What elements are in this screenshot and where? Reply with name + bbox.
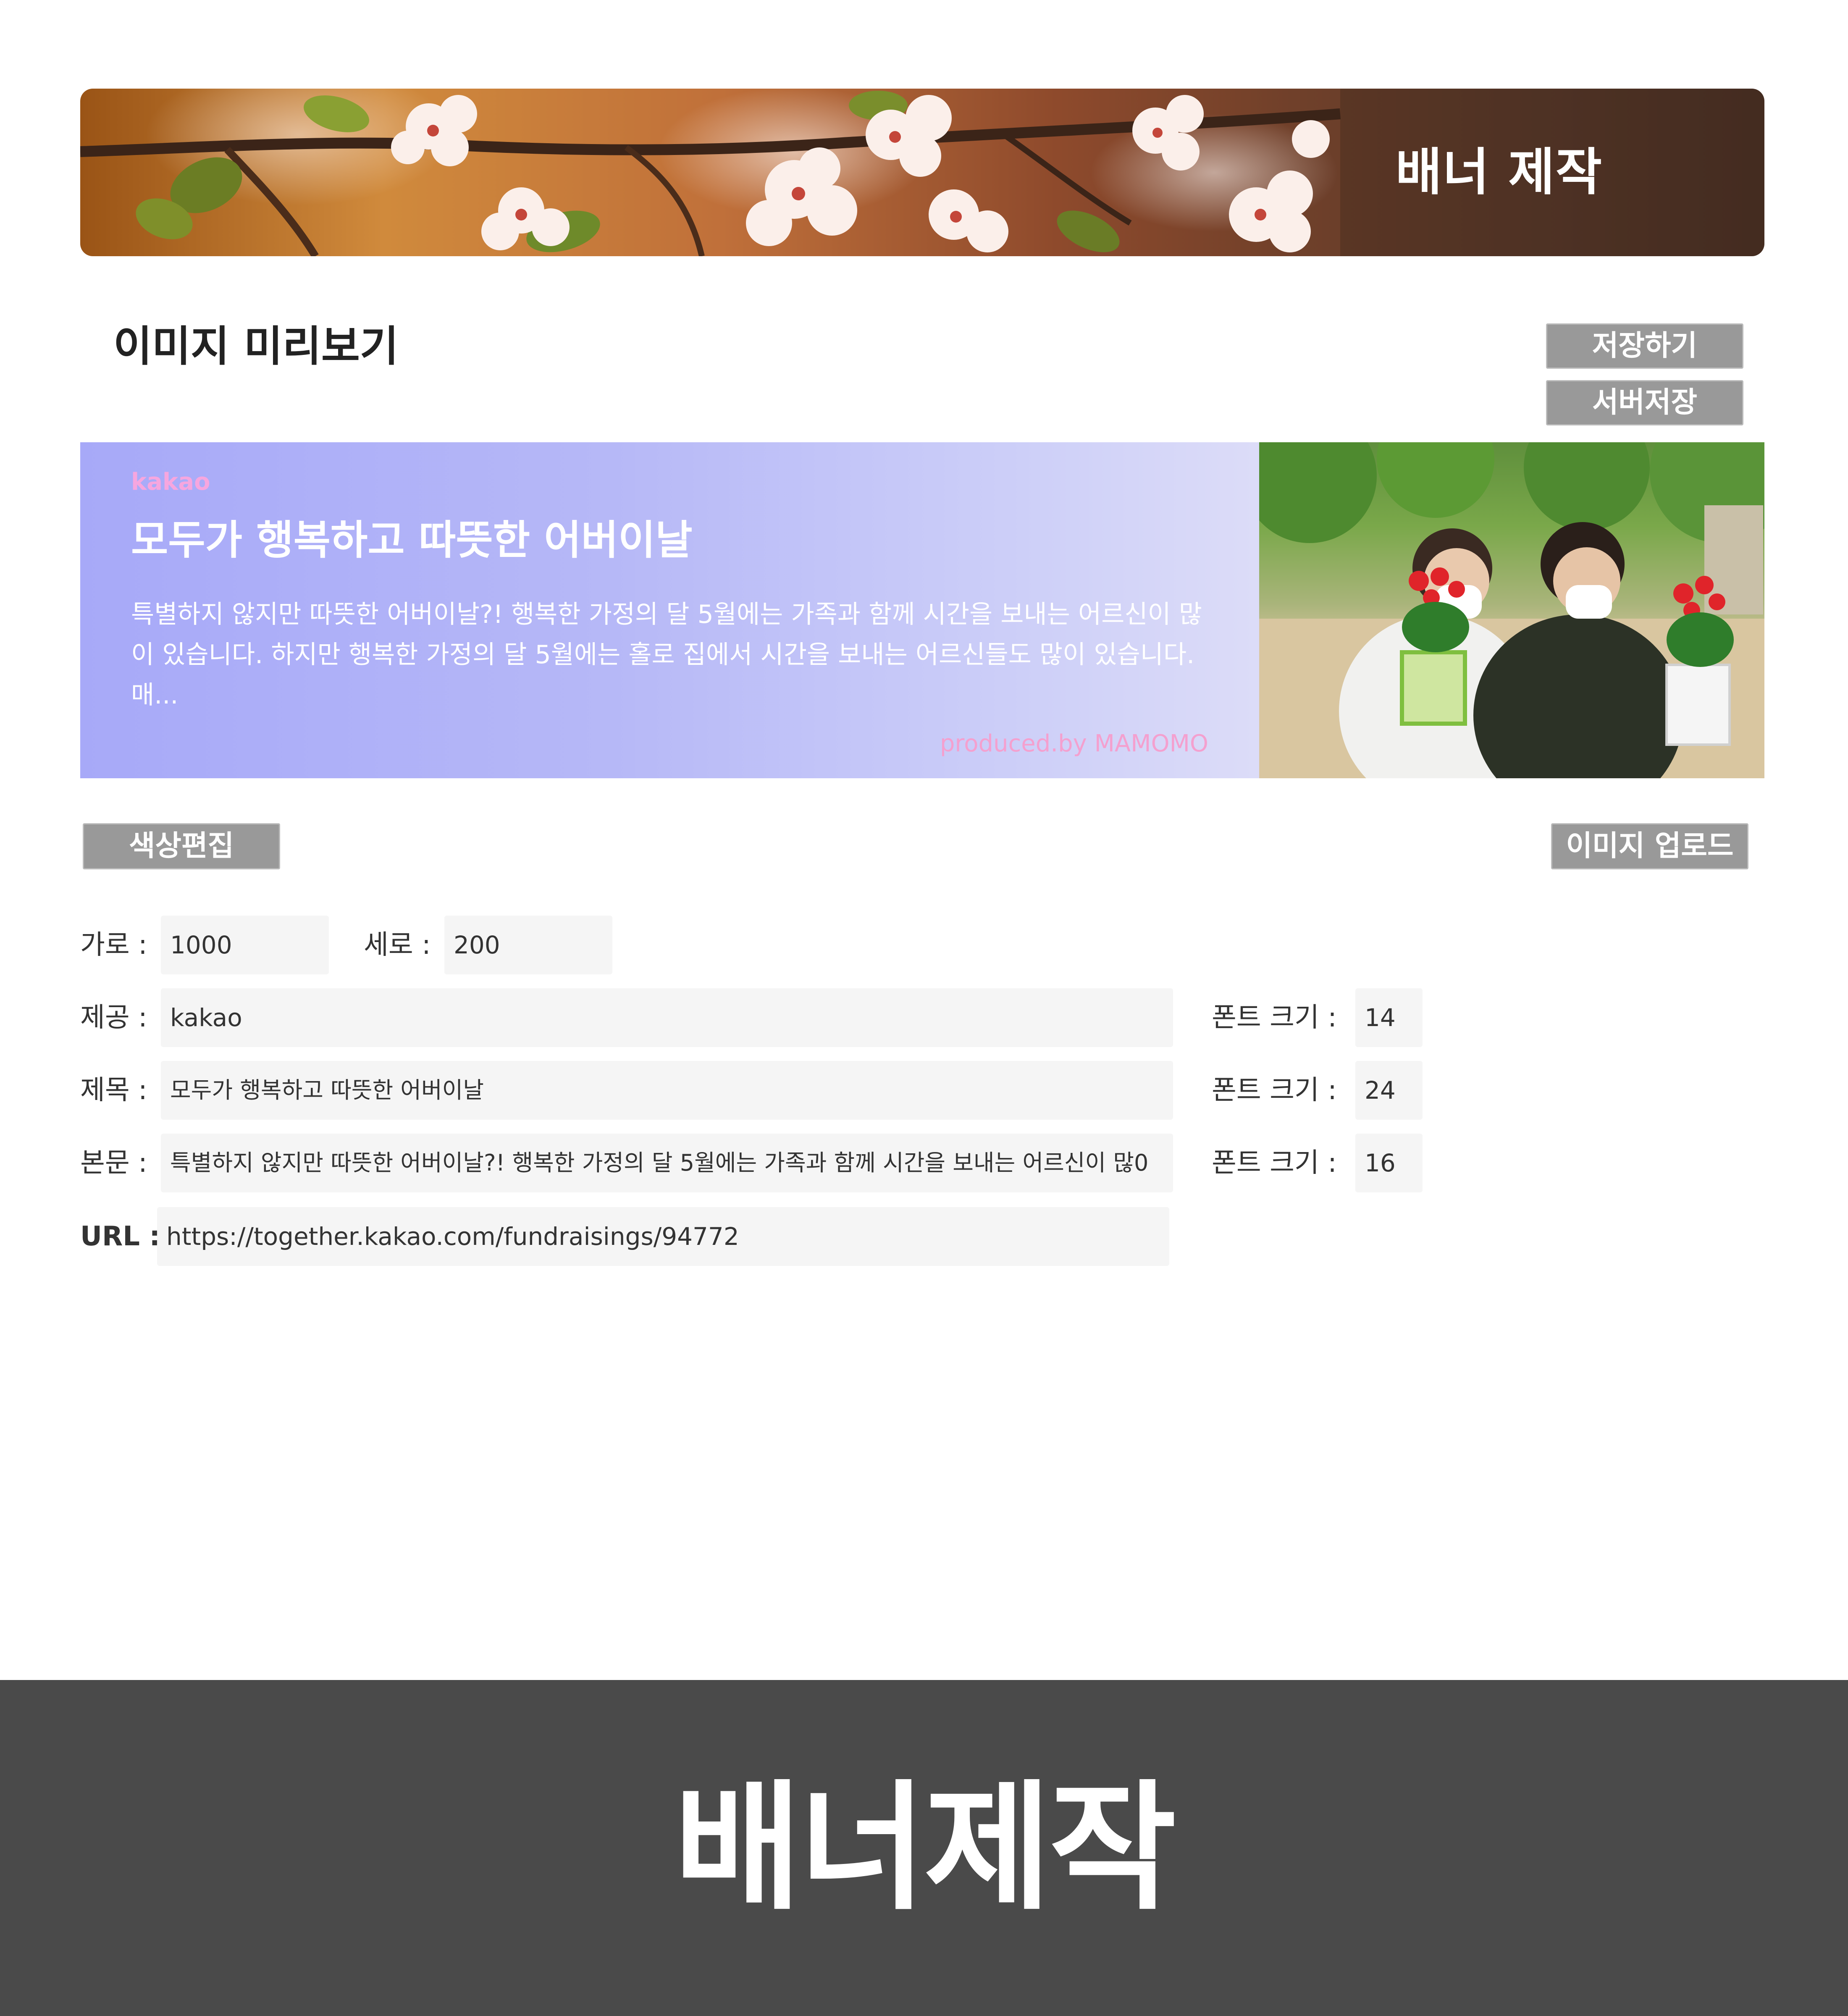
width-input[interactable]: 1000 (161, 916, 329, 974)
title-label: 제목 : (80, 1075, 147, 1106)
header-title: 배너 제작 (1395, 143, 1603, 202)
height-label: 세로 : (364, 929, 431, 961)
banner-brand: kakao (131, 468, 210, 496)
width-label: 가로 : (80, 929, 147, 961)
footer: 배너제작 (0, 1680, 1848, 2016)
banner-body: 특별하지 않지만 따뜻한 어버이날?! 행복한 가정의 달 5월에는 가족과 함… (131, 600, 1202, 710)
provider-label: 제공 : (80, 1002, 147, 1033)
url-label: URL : (80, 1221, 160, 1252)
url-input[interactable]: https://together.kakao.com/fundraisings/… (157, 1207, 1169, 1266)
banner-producer: produced.by MAMOMO (940, 730, 1208, 757)
title-font-size-input[interactable]: 24 (1355, 1061, 1423, 1120)
server-save-button[interactable]: 서버저장 (1546, 380, 1743, 425)
footer-title: 배너제작 (674, 1767, 1176, 1929)
banner-preview-text-area: kakao 모두가 행복하고 따뜻한 어버이날 특별하지 않지만 따뜻한 어버이… (80, 442, 1259, 778)
provider-font-size-label: 폰트 크기 : (1212, 1002, 1337, 1033)
body-input[interactable]: 특별하지 않지만 따뜻한 어버이날?! 행복한 가정의 달 5월에는 가족과 함… (161, 1134, 1173, 1192)
header-banner: 배너 제작 (80, 89, 1764, 256)
body-font-size-input[interactable]: 16 (1355, 1134, 1423, 1192)
body-label: 본문 : (80, 1147, 147, 1179)
title-input[interactable]: 모두가 행복하고 따뜻한 어버이날 (161, 1061, 1173, 1120)
color-edit-button[interactable]: 색상편집 (83, 823, 280, 869)
preview-section-title: 이미지 미리보기 (113, 322, 399, 371)
body-font-size-label: 폰트 크기 : (1212, 1147, 1337, 1179)
provider-font-size-input[interactable]: 14 (1355, 988, 1423, 1047)
image-upload-button[interactable]: 이미지 업로드 (1551, 823, 1748, 869)
banner-preview: kakao 모두가 행복하고 따뜻한 어버이날 특별하지 않지만 따뜻한 어버이… (80, 442, 1764, 778)
save-button[interactable]: 저장하기 (1546, 323, 1743, 369)
banner-title: 모두가 행복하고 따뜻한 어버이날 (131, 517, 693, 564)
banner-photo (1259, 442, 1764, 778)
two-women-with-carnations-photo (1259, 442, 1764, 778)
provider-input[interactable]: kakao (161, 988, 1173, 1047)
height-input[interactable]: 200 (444, 916, 612, 974)
title-font-size-label: 폰트 크기 : (1212, 1075, 1337, 1106)
